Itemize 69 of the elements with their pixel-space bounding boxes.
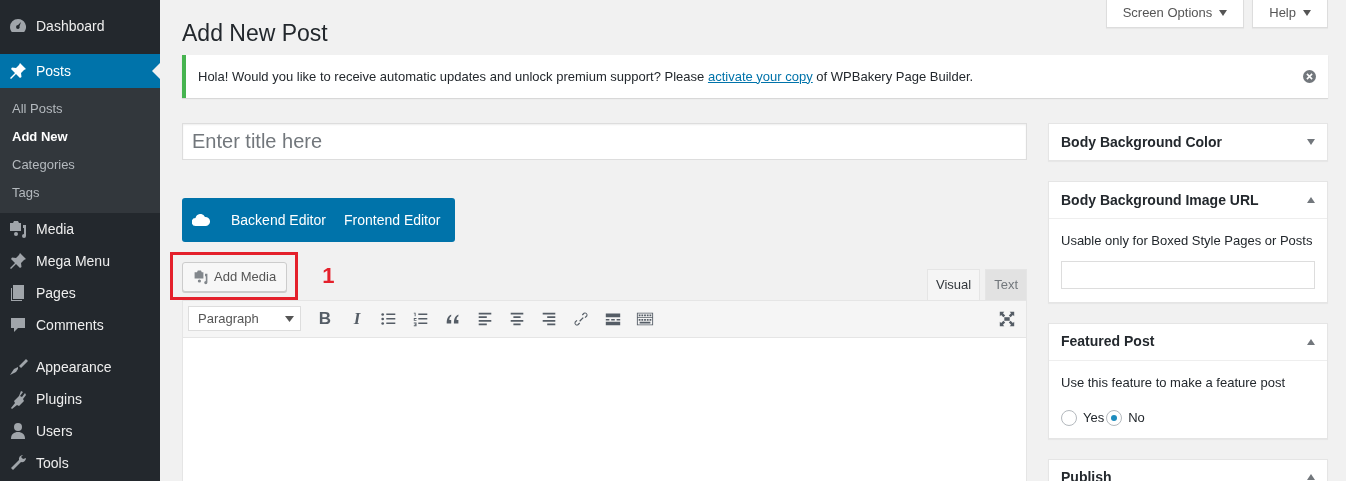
- activate-link[interactable]: activate your copy: [707, 68, 813, 84]
- menu-item[interactable]: Media: [0, 213, 160, 245]
- menu-item[interactable]: Comments: [0, 309, 160, 341]
- menu-label: Tools: [36, 453, 69, 473]
- step-number: 1: [322, 264, 335, 287]
- italic-button[interactable]: I: [343, 304, 371, 333]
- menu-item[interactable]: Pages: [0, 277, 160, 309]
- menu-item[interactable]: Tools: [0, 447, 160, 479]
- brush-icon: [8, 357, 28, 377]
- radio-button[interactable]: [1061, 409, 1077, 426]
- menu-label: Media: [36, 219, 75, 239]
- caret-icon: [1219, 10, 1228, 16]
- menu-label: Plugins: [36, 389, 82, 409]
- url-field[interactable]: [1061, 260, 1315, 289]
- menu-label: Users: [36, 421, 73, 441]
- box-title: Publish: [1061, 467, 1112, 481]
- box-title: Body Background Color: [1061, 132, 1222, 152]
- toggle-arrow-icon[interactable]: [1307, 139, 1315, 146]
- editor-tab[interactable]: Visual: [926, 269, 981, 300]
- menu-label: Posts: [36, 61, 71, 81]
- radio-label: No: [1128, 409, 1145, 428]
- screen-tab[interactable]: Help: [1252, 0, 1328, 28]
- fullscreen-icon[interactable]: [998, 309, 1016, 328]
- media-icon: [193, 268, 209, 285]
- menu-item[interactable]: Plugins: [0, 383, 160, 415]
- menu-item[interactable]: Appearance: [0, 351, 160, 383]
- plug-icon: [8, 389, 28, 409]
- bold-button[interactable]: B: [311, 304, 339, 333]
- cloud-icon: [192, 213, 210, 227]
- dismiss-icon[interactable]: [1303, 69, 1316, 83]
- menu-label: Dashboard: [36, 16, 105, 36]
- menu-label: Pages: [36, 283, 76, 303]
- radio-label: Yes: [1083, 409, 1105, 428]
- help-text: Use this feature to make a feature post: [1061, 373, 1286, 392]
- caret-icon: [285, 315, 294, 322]
- page-title: Add New Post: [182, 20, 328, 48]
- title-field[interactable]: Enter title here: [182, 123, 1027, 161]
- help-text: Usable only for Boxed Style Pages or Posts: [1061, 232, 1314, 251]
- menu-label: Comments: [36, 315, 104, 335]
- toggle-arrow-icon[interactable]: [1307, 197, 1315, 204]
- menu-item[interactable]: Dashboard: [0, 9, 160, 43]
- pin-icon: [8, 251, 28, 271]
- menu-item[interactable]: Posts: [0, 54, 160, 88]
- caret-icon: [1303, 10, 1311, 16]
- editor-mode-button[interactable]: Frontend Editor: [334, 209, 450, 231]
- toggle-arrow-icon[interactable]: [1307, 338, 1315, 345]
- user-icon: [8, 421, 28, 441]
- notice-text: Hola! Would you like to receive automatic updates and unlock premium support? Please activate your copy of WPBakery Page Builder.: [198, 67, 974, 86]
- radio-button[interactable]: [1106, 409, 1123, 426]
- submenu-item[interactable]: Categories: [0, 151, 160, 179]
- menu-item[interactable]: Users: [0, 415, 160, 447]
- menu-label: Appearance: [36, 357, 112, 377]
- box-title: Featured Post: [1061, 332, 1155, 352]
- speech-bubble-icon: [8, 315, 28, 335]
- menu-label: Mega Menu: [36, 251, 110, 271]
- submenu-item[interactable]: Tags: [0, 179, 160, 207]
- link-icon[interactable]: [572, 309, 590, 328]
- pin-icon: [8, 61, 28, 81]
- toggle-arrow-icon[interactable]: [1307, 474, 1315, 481]
- menu-item[interactable]: Mega Menu: [0, 245, 160, 277]
- editor-mode-button[interactable]: Backend Editor: [222, 209, 335, 231]
- box-title: Body Background Image URL: [1061, 190, 1259, 210]
- media-icon: [8, 219, 28, 239]
- add-media-button[interactable]: Add Media: [182, 262, 288, 292]
- format-dropdown[interactable]: Paragraph: [188, 306, 301, 332]
- screen-tab[interactable]: Screen Options: [1105, 0, 1245, 28]
- submenu-item[interactable]: Add New: [0, 123, 160, 151]
- editor-tab[interactable]: Text: [985, 269, 1027, 300]
- submenu-item[interactable]: All Posts: [0, 95, 160, 123]
